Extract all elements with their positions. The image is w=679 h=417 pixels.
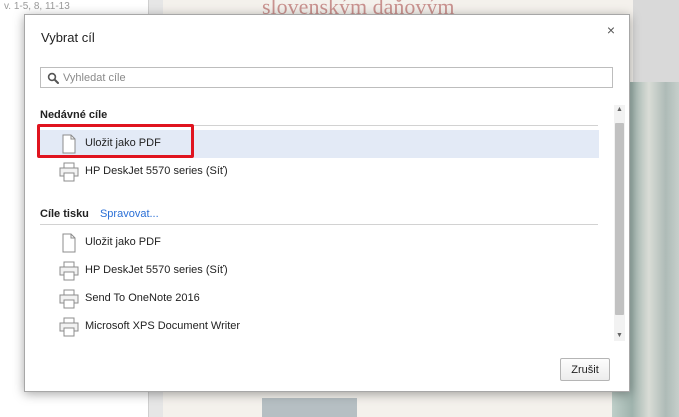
document-icon — [62, 134, 76, 154]
printer-icon — [59, 317, 79, 337]
background-sidebar-text: v. 1-5, 8, 11-13 — [4, 1, 70, 12]
print-item-label: Microsoft XPS Document Writer — [85, 320, 241, 332]
search-input[interactable] — [63, 68, 603, 87]
print-item-xps-writer[interactable]: Microsoft XPS Document Writer — [40, 313, 599, 341]
print-destinations-title: Cíle tisku — [40, 208, 89, 220]
close-button[interactable]: × — [603, 22, 619, 38]
scroll-up-arrow-icon[interactable]: ▲ — [614, 105, 625, 115]
recent-destinations-header: Nedávné cíle — [40, 109, 107, 121]
section-divider — [40, 125, 598, 126]
recent-item-label: HP DeskJet 5570 series (Síť) — [85, 165, 228, 177]
cancel-button[interactable]: Zrušit — [560, 358, 610, 381]
recent-item-hp-deskjet[interactable]: HP DeskJet 5570 series (Síť) — [40, 158, 599, 186]
search-box[interactable] — [40, 67, 613, 88]
manage-link[interactable]: Spravovat... — [100, 208, 159, 220]
background-photo-bottom — [262, 398, 357, 417]
close-icon: × — [606, 22, 616, 38]
print-item-label: Uložit jako PDF — [85, 236, 161, 248]
print-item-label: Send To OneNote 2016 — [85, 292, 200, 304]
document-icon — [62, 233, 76, 253]
print-item-label: HP DeskJet 5570 series (Síť) — [85, 264, 228, 276]
recent-item-label: Uložit jako PDF — [85, 137, 161, 149]
list-scrollbar[interactable]: ▲ ▼ — [614, 105, 625, 341]
recent-item-save-as-pdf[interactable]: Uložit jako PDF — [40, 130, 599, 158]
section-divider — [40, 224, 598, 225]
printer-icon — [59, 289, 79, 309]
select-destination-dialog: Vybrat cíl × Nedávné cíle Uložit jako PD… — [24, 14, 630, 392]
scrollbar-thumb[interactable] — [615, 123, 624, 315]
print-item-save-as-pdf[interactable]: Uložit jako PDF — [40, 229, 599, 257]
search-icon — [47, 72, 59, 84]
print-item-onenote[interactable]: Send To OneNote 2016 — [40, 285, 599, 313]
print-destinations-header: Cíle tisku Spravovat... — [40, 208, 159, 220]
destination-list: Nedávné cíle Uložit jako PDF HP DeskJet … — [25, 95, 613, 347]
printer-icon — [59, 261, 79, 281]
scroll-down-arrow-icon[interactable]: ▼ — [614, 331, 625, 341]
recent-destinations-title: Nedávné cíle — [40, 109, 108, 121]
printer-icon — [59, 162, 79, 182]
print-item-hp-deskjet[interactable]: HP DeskJet 5570 series (Síť) — [40, 257, 599, 285]
dialog-title: Vybrat cíl — [41, 30, 95, 45]
